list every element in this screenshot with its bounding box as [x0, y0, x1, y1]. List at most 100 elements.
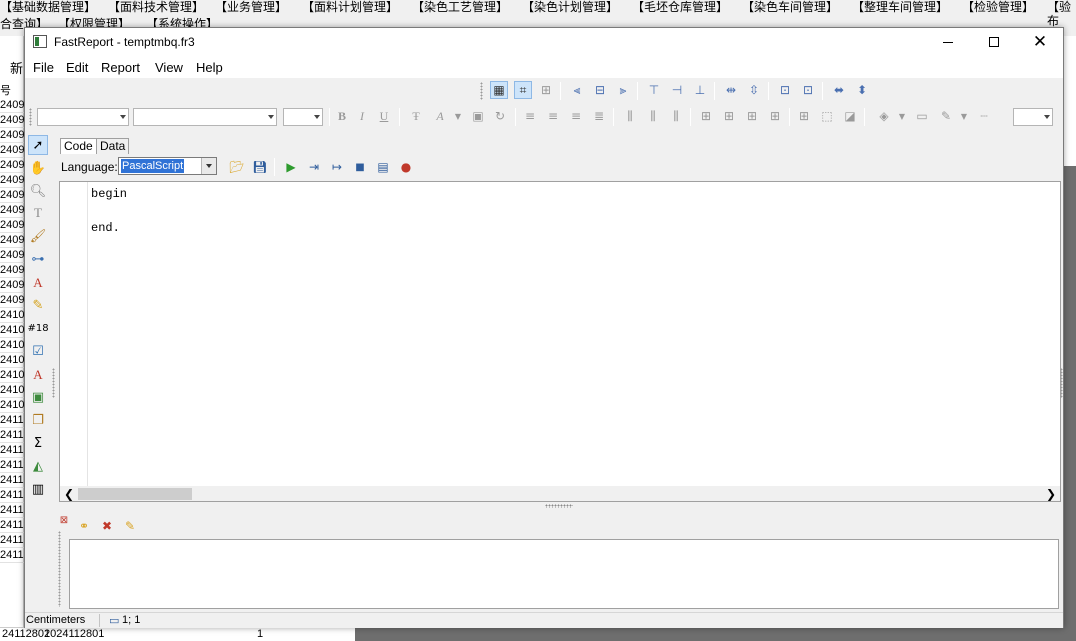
code-editor[interactable]: begin end. ❮ ❯: [59, 181, 1061, 502]
checkbox-object-icon[interactable]: ☑: [28, 341, 48, 361]
system-text-icon[interactable]: #18: [27, 318, 48, 338]
show-grid-icon[interactable]: ▦: [490, 81, 508, 99]
bg-menu-item-business[interactable]: 【业务管理】: [215, 0, 287, 14]
rotation-icon[interactable]: ↻: [491, 107, 509, 125]
menu-report[interactable]: Report: [101, 60, 140, 75]
step-into-icon[interactable]: ⇥: [305, 158, 323, 176]
frame-color-icon[interactable]: ✎: [937, 107, 955, 125]
watch-list[interactable]: [69, 539, 1059, 609]
font-name-combo[interactable]: [133, 108, 277, 126]
units-indicator[interactable]: Centimeters: [26, 614, 85, 626]
frame-right-icon[interactable]: ⊞: [766, 107, 784, 125]
menu-edit[interactable]: Edit: [66, 60, 88, 75]
language-select[interactable]: PascalScript: [118, 157, 217, 175]
font-color-icon[interactable]: A: [431, 107, 449, 125]
minimize-button[interactable]: [925, 28, 971, 56]
bg-menu-item-dye-plan[interactable]: 【染色计划管理】: [522, 0, 618, 14]
menu-view[interactable]: View: [155, 60, 183, 75]
bg-menu-item-greige-warehouse[interactable]: 【毛坯仓库管理】: [632, 0, 728, 14]
evaluate-icon[interactable]: ▤: [374, 158, 392, 176]
space-horizontal-icon[interactable]: ⇹: [722, 81, 740, 99]
palette-splitter[interactable]: [52, 368, 55, 398]
align-center-horizontal-icon[interactable]: ⊟: [591, 81, 609, 99]
bg-menu-item-inspection[interactable]: 【检验管理】: [962, 0, 1034, 14]
bg-new-button[interactable]: 新: [10, 58, 23, 77]
code-text[interactable]: begin end.: [91, 186, 127, 237]
bg-menu-item-dye-process[interactable]: 【染色工艺管理】: [412, 0, 508, 14]
step-over-icon[interactable]: ↦: [328, 158, 346, 176]
edit-text-icon[interactable]: ✎: [28, 295, 48, 315]
space-vertical-icon[interactable]: ⇳: [745, 81, 763, 99]
maximize-button[interactable]: [971, 28, 1017, 56]
frame-all-icon[interactable]: ⊞: [795, 107, 813, 125]
right-splitter[interactable]: [1060, 368, 1063, 398]
text-align-top-icon[interactable]: ⫼: [621, 107, 639, 125]
frame-color-dropdown-icon[interactable]: ▼: [955, 107, 973, 125]
zoom-tool-icon[interactable]: 🔍︎: [28, 181, 48, 201]
open-script-icon[interactable]: 📂︎: [228, 158, 246, 176]
picture-object-icon[interactable]: ▣: [28, 387, 48, 407]
edit-watch-icon[interactable]: ✎: [121, 517, 139, 535]
scroll-left-icon[interactable]: ❮: [64, 487, 74, 501]
hand-tool-icon[interactable]: ✋: [28, 158, 48, 178]
fit-to-grid-icon[interactable]: ⊞: [537, 81, 555, 99]
text-align-bottom-icon[interactable]: ⫼: [667, 107, 685, 125]
menu-file[interactable]: File: [33, 60, 54, 75]
bg-menu-item-fabric-plan[interactable]: 【面料计划管理】: [302, 0, 398, 14]
fill-color-icon[interactable]: ◈: [875, 107, 893, 125]
text-align-middle-icon[interactable]: ⫼: [644, 107, 662, 125]
bg-menu-item-fabric-tech[interactable]: 【面料技术管理】: [108, 0, 204, 14]
text-object-icon[interactable]: A: [28, 273, 48, 293]
font-size-combo[interactable]: [283, 108, 323, 126]
fill-style-icon[interactable]: ▭: [913, 107, 931, 125]
panel-splitter[interactable]: [545, 504, 573, 508]
align-top-icon[interactable]: ⊤: [645, 81, 663, 99]
frame-left-icon[interactable]: ⊞: [743, 107, 761, 125]
bold-icon[interactable]: B: [333, 107, 351, 125]
close-watch-panel-icon[interactable]: ⊠: [55, 511, 73, 529]
bg-menu-item-dye-workshop[interactable]: 【染色车间管理】: [742, 0, 838, 14]
breakpoint-icon[interactable]: ●: [397, 158, 415, 176]
select-tool-icon[interactable]: ➚: [28, 135, 48, 155]
language-dropdown-button[interactable]: [201, 158, 216, 174]
tab-code[interactable]: Code: [60, 138, 97, 154]
save-script-icon[interactable]: 💾︎: [251, 158, 269, 176]
text-align-left-icon[interactable]: ≡: [521, 107, 539, 125]
fill-color-dropdown-icon[interactable]: ▼: [893, 107, 911, 125]
style-combo[interactable]: [37, 108, 129, 126]
delete-watch-icon[interactable]: ✖: [98, 517, 116, 535]
text-align-center-icon[interactable]: ≡: [544, 107, 562, 125]
align-left-icon[interactable]: ⫷: [568, 81, 586, 99]
text-align-right-icon[interactable]: ≡: [567, 107, 585, 125]
bg-menu-item-cloth-check[interactable]: 【验布: [1047, 0, 1076, 28]
frame-none-icon[interactable]: ⬚: [818, 107, 836, 125]
run-script-icon[interactable]: ▶: [282, 158, 300, 176]
align-bottom-icon[interactable]: ⊥: [691, 81, 709, 99]
subreport-icon[interactable]: ❐: [28, 410, 48, 430]
toolbar-grip[interactable]: [480, 82, 483, 100]
close-button[interactable]: ✕: [1017, 28, 1063, 56]
font-color-dropdown-icon[interactable]: ▼: [449, 107, 467, 125]
frame-top-icon[interactable]: ⊞: [697, 107, 715, 125]
rich-text-icon[interactable]: A: [28, 365, 48, 385]
underline-icon[interactable]: U: [375, 107, 393, 125]
band-icon[interactable]: ⊶: [28, 249, 48, 269]
stop-script-icon[interactable]: ■: [351, 158, 369, 176]
text-tool-icon[interactable]: T: [28, 203, 48, 223]
align-to-grid-icon[interactable]: ⌗: [514, 81, 532, 99]
same-height-icon[interactable]: ⬍: [853, 81, 871, 99]
bg-menu-item-finishing-workshop[interactable]: 【整理车间管理】: [852, 0, 948, 14]
menu-help[interactable]: Help: [196, 60, 223, 75]
title-bar[interactable]: FastReport - temptmbq.fr3 ✕: [25, 28, 1063, 56]
watch-panel-grip[interactable]: [58, 531, 61, 607]
same-width-icon[interactable]: ⬌: [830, 81, 848, 99]
italic-icon[interactable]: I: [353, 107, 371, 125]
format-painter-icon[interactable]: 🖌︎: [28, 226, 48, 246]
frame-style-icon[interactable]: ┈: [975, 107, 993, 125]
toolbar-grip[interactable]: [29, 108, 32, 126]
shape-object-icon[interactable]: ◭: [28, 456, 48, 476]
aggregate-sum-icon[interactable]: Σ: [28, 433, 48, 453]
center-vertical-in-band-icon[interactable]: ⊡: [799, 81, 817, 99]
center-horizontal-in-band-icon[interactable]: ⊡: [776, 81, 794, 99]
shadow-icon[interactable]: ◪: [841, 107, 859, 125]
